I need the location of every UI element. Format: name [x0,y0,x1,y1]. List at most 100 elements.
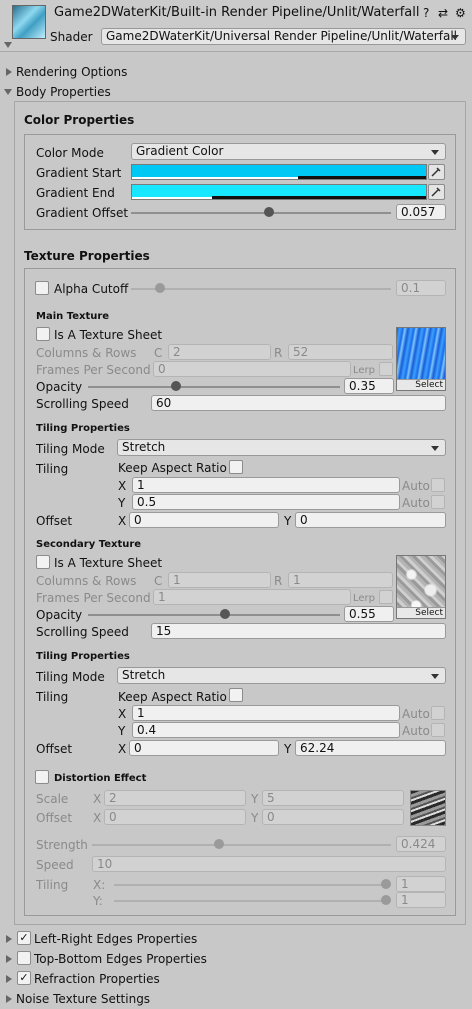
distortion-tiling-y-thumb[interactable] [381,895,391,905]
chevron-right-icon[interactable] [6,68,12,76]
top-bottom-edges-checkbox[interactable] [17,951,31,965]
preset-icon[interactable]: ⇄ [438,5,448,21]
main-texture-select-button[interactable]: Select [397,379,445,390]
secondary-opacity-slider[interactable] [88,614,340,616]
distortion-strength-slider[interactable] [92,844,391,846]
main-tiling-y-field[interactable]: 0.5 [132,494,400,510]
left-right-edges-checkbox[interactable]: ✓ [17,931,31,945]
secondary-offset-x-field[interactable]: 0 [129,740,279,756]
distortion-scale-x-field[interactable]: 2 [104,790,246,806]
main-r-label: R [274,346,283,360]
secondary-texture-preview[interactable]: Select [396,555,446,619]
gradient-offset-field[interactable]: 0.057 [396,204,446,220]
help-icon[interactable]: ? [423,5,429,21]
chevron-right-icon[interactable] [6,955,12,963]
distortion-strength-thumb[interactable] [214,839,224,849]
main-sheet-checkbox[interactable] [36,327,50,341]
gear-icon[interactable]: ⚙ [455,5,466,21]
secondary-c-label: C [154,574,163,588]
secondary-rows-field[interactable]: 1 [288,572,393,588]
distortion-tiling-x-slider[interactable] [114,884,391,886]
shader-label: Shader [50,30,93,44]
distortion-tiling-x-thumb[interactable] [381,879,391,889]
distortion-strength-field[interactable]: 0.424 [396,836,446,852]
main-auto-y-checkbox[interactable] [431,495,445,509]
main-opacity-slider[interactable] [88,386,340,388]
color-mode-dropdown[interactable]: Gradient Color [131,143,446,160]
distortion-tiling-x-field[interactable]: 1 [396,876,446,892]
secondary-keep-aspect-checkbox[interactable] [229,688,243,702]
main-sheet-label: Is A Texture Sheet [54,328,163,342]
main-scrolling-speed-field[interactable]: 60 [151,395,446,411]
main-keep-aspect-checkbox[interactable] [229,460,243,474]
secondary-texture-select-button[interactable]: Select [397,607,445,618]
chevron-down-icon[interactable] [4,89,12,95]
eyedropper-icon[interactable] [428,164,445,180]
gradient-offset-slider[interactable] [131,212,391,214]
main-texture-preview[interactable]: Select [396,327,446,391]
eyedropper-icon[interactable] [428,184,445,200]
foldout-body-properties[interactable]: Body Properties [16,84,111,100]
secondary-tiling-y-field[interactable]: 0.4 [132,722,400,738]
main-fps-field[interactable]: 0 [153,361,351,377]
main-opacity-field[interactable]: 0.35 [344,378,394,394]
main-rows-field[interactable]: 52 [288,344,393,360]
secondary-sheet-checkbox[interactable] [36,555,50,569]
chevron-right-icon[interactable] [6,995,12,1003]
alpha-cutoff-checkbox[interactable] [35,281,49,295]
chevron-right-icon[interactable] [6,935,12,943]
distortion-scale-y-field[interactable]: 5 [262,790,404,806]
foldout-refraction[interactable]: Refraction Properties [34,971,160,987]
header-collapse-icon[interactable] [4,42,12,48]
secondary-tiling-mode-label: Tiling Mode [36,670,105,684]
distortion-texture-preview[interactable] [410,790,446,826]
foldout-rendering-options[interactable]: Rendering Options [16,64,127,80]
main-offset-y-field[interactable]: 0 [295,512,446,528]
secondary-offset-y-field[interactable]: 62.24 [295,740,446,756]
chevron-right-icon[interactable] [6,975,12,983]
color-mode-label: Color Mode [36,146,104,160]
main-tiling-y-label: Y [118,496,126,510]
shader-dropdown[interactable]: Game2DWaterKit/Universal Render Pipeline… [101,28,466,45]
foldout-left-right-edges[interactable]: Left-Right Edges Properties [34,931,197,947]
distortion-checkbox[interactable] [35,770,49,784]
main-opacity-label: Opacity [36,380,83,394]
main-tiling-mode-dropdown[interactable]: Stretch [117,439,446,456]
secondary-opacity-thumb[interactable] [220,609,230,619]
secondary-columns-field[interactable]: 1 [168,572,271,588]
alpha-cutoff-thumb[interactable] [155,283,165,293]
secondary-opacity-field[interactable]: 0.55 [344,606,394,622]
alpha-cutoff-field[interactable]: 0.1 [396,280,446,296]
foldout-top-bottom-edges[interactable]: Top-Bottom Edges Properties [34,951,207,967]
main-lerp-checkbox[interactable] [379,362,393,376]
secondary-texture-heading: Secondary Texture [36,539,142,550]
secondary-scrolling-speed-field[interactable]: 15 [151,623,446,639]
distortion-tiling-y-slider[interactable] [114,900,391,902]
secondary-lerp-checkbox[interactable] [379,590,393,604]
gradient-end-swatch[interactable] [131,184,427,200]
main-texture-heading: Main Texture [36,311,110,322]
main-columns-field[interactable]: 2 [168,344,271,360]
distortion-tiling-y-field[interactable]: 1 [396,892,446,908]
main-auto-x-checkbox[interactable] [431,478,445,492]
secondary-auto-y-checkbox[interactable] [431,723,445,737]
secondary-auto-x-checkbox[interactable] [431,706,445,720]
main-offset-x-field[interactable]: 0 [129,512,279,528]
secondary-tiling-label: Tiling [36,690,69,704]
foldout-noise-texture[interactable]: Noise Texture Settings [16,991,150,1007]
main-tiling-x-field[interactable]: 1 [132,477,400,493]
secondary-tiling-y-label: Y [118,724,126,738]
main-opacity-thumb[interactable] [171,381,181,391]
alpha-cutoff-slider[interactable] [131,288,391,290]
secondary-tiling-x-field[interactable]: 1 [132,705,400,721]
gradient-start-swatch[interactable] [131,164,427,180]
secondary-auto-y-label: Auto [402,724,430,738]
secondary-tiling-mode-dropdown[interactable]: Stretch [117,667,446,684]
refraction-checkbox[interactable]: ✓ [17,971,31,985]
gradient-offset-thumb[interactable] [264,207,274,217]
distortion-offset-x-field[interactable]: 0 [104,809,246,825]
distortion-speed-field[interactable]: 10 [92,856,446,872]
secondary-auto-x-label: Auto [402,707,430,721]
secondary-fps-field[interactable]: 1 [153,589,351,605]
distortion-offset-y-field[interactable]: 0 [262,809,404,825]
